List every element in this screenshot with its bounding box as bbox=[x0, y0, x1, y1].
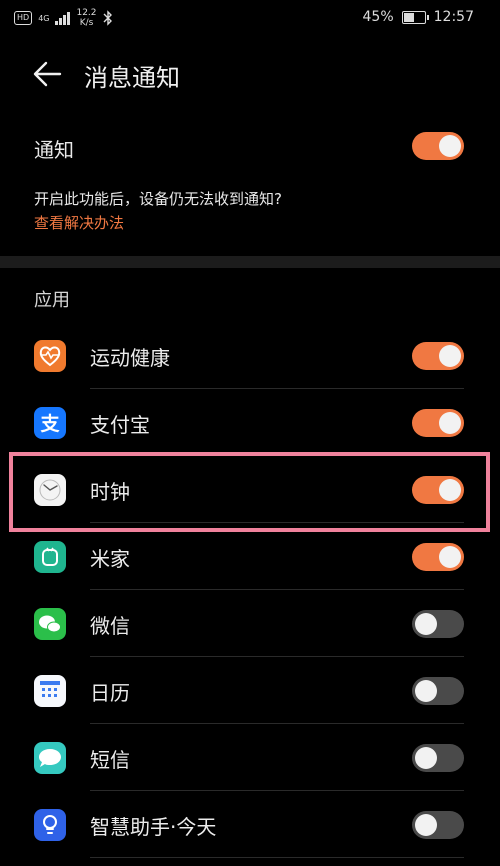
battery-icon bbox=[401, 10, 429, 24]
app-name: 支付宝 bbox=[90, 413, 150, 437]
mijia-icon bbox=[34, 541, 66, 573]
signal-icon bbox=[55, 11, 71, 25]
app-row-messages[interactable]: 短信 bbox=[34, 724, 464, 791]
health-icon bbox=[34, 340, 66, 372]
svg-text:支: 支 bbox=[39, 413, 60, 435]
app-toggle-mijia[interactable] bbox=[412, 543, 464, 571]
app-row-mijia[interactable]: 米家 bbox=[34, 523, 464, 590]
speed-value: 12.2 bbox=[76, 8, 97, 18]
app-row-alipay[interactable]: 支 支付宝 bbox=[34, 389, 464, 456]
app-toggle-calendar[interactable] bbox=[412, 677, 464, 705]
app-name: 运动健康 bbox=[90, 346, 170, 370]
app-row-wechat[interactable]: 微信 bbox=[34, 590, 464, 657]
clock-time: 12:57 bbox=[433, 9, 474, 25]
page-title: 消息通知 bbox=[84, 64, 180, 92]
battery-percent: 45% bbox=[362, 9, 394, 25]
status-bar: HD 4G 12.2 K/s 45% 12:57 bbox=[0, 0, 500, 36]
wechat-icon bbox=[34, 608, 66, 640]
section-divider bbox=[0, 256, 500, 268]
highlight-box bbox=[9, 452, 490, 532]
network-speed: 12.2 K/s bbox=[76, 8, 96, 28]
app-row-assistant[interactable]: 智慧助手·今天 bbox=[34, 791, 464, 858]
network-type: 4G bbox=[38, 13, 50, 23]
bluetooth-icon bbox=[103, 10, 112, 26]
app-row-health[interactable]: 运动健康 bbox=[34, 322, 464, 389]
apps-section-title: 应用 bbox=[34, 290, 70, 311]
status-left: HD 4G 12.2 K/s bbox=[14, 8, 113, 28]
hd-indicator: HD bbox=[14, 11, 33, 25]
app-toggle-alipay[interactable] bbox=[412, 409, 464, 437]
assistant-icon bbox=[34, 809, 66, 841]
app-name: 智慧助手·今天 bbox=[90, 815, 217, 839]
speed-unit: K/s bbox=[79, 18, 94, 28]
app-name: 米家 bbox=[90, 547, 130, 571]
troubleshoot-link[interactable]: 查看解决办法 bbox=[34, 212, 124, 233]
app-toggle-messages[interactable] bbox=[412, 744, 464, 772]
app-toggle-health[interactable] bbox=[412, 342, 464, 370]
page-header: 消息通知 bbox=[0, 50, 500, 100]
app-name: 微信 bbox=[90, 614, 130, 638]
calendar-icon bbox=[34, 675, 66, 707]
app-toggle-wechat[interactable] bbox=[412, 610, 464, 638]
app-toggle-assistant[interactable] bbox=[412, 811, 464, 839]
notification-description: 开启此功能后，设备仍无法收到通知? bbox=[34, 190, 282, 208]
messages-icon bbox=[34, 742, 66, 774]
app-name: 日历 bbox=[90, 681, 130, 705]
notification-toggle-row[interactable]: 通知 bbox=[34, 128, 464, 168]
notification-toggle[interactable] bbox=[412, 132, 464, 160]
status-right: 45% 12:57 bbox=[363, 9, 474, 25]
app-row-calendar[interactable]: 日历 bbox=[34, 657, 464, 724]
app-name: 短信 bbox=[90, 748, 130, 772]
notification-label: 通知 bbox=[34, 138, 74, 162]
alipay-icon: 支 bbox=[34, 407, 66, 439]
back-arrow-icon[interactable] bbox=[30, 58, 66, 90]
